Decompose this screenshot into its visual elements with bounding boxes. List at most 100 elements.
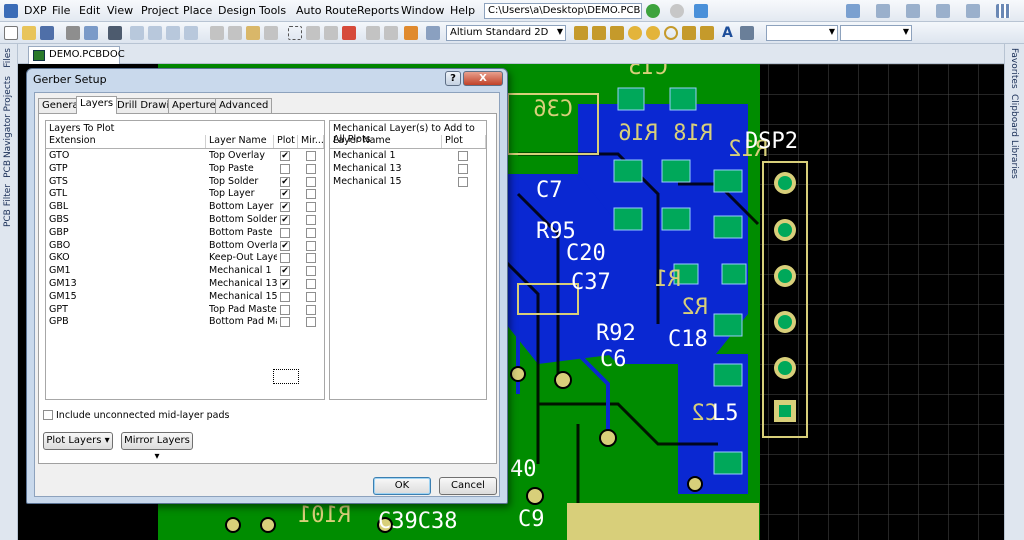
place-component-icon[interactable]: [740, 26, 754, 40]
menu-dxp[interactable]: DXP: [24, 4, 47, 17]
view-mode-select[interactable]: Altium Standard 2D ▼: [446, 25, 566, 41]
plot-checkbox[interactable]: ✔: [280, 279, 290, 289]
column-mech-layer-name[interactable]: Layer Name: [330, 135, 442, 148]
mechanical-plot-checkbox[interactable]: [458, 151, 468, 161]
save-icon[interactable]: [40, 26, 54, 40]
plot-checkbox[interactable]: [280, 291, 290, 302]
layer-row[interactable]: GM15 Mechanical 15: [46, 291, 324, 304]
designator-label[interactable]: C6: [600, 347, 627, 372]
menu-design[interactable]: Design: [218, 4, 256, 17]
layer-row[interactable]: GBO Bottom Overlay ✔: [46, 240, 324, 253]
mirror-layers-button[interactable]: Mirror Layers ▾: [121, 432, 193, 462]
panel-tab-files[interactable]: Files: [3, 48, 13, 68]
designator-label[interactable]: 40: [510, 457, 537, 482]
rubber-stamp-icon[interactable]: [264, 26, 278, 40]
layer-row[interactable]: GTS Top Solder ✔: [46, 176, 324, 189]
mechanical-plot-checkbox[interactable]: [458, 176, 468, 187]
panel-tab-favorites[interactable]: Favorites: [1009, 48, 1019, 89]
pencil-icon[interactable]: [404, 26, 418, 40]
mirror-checkbox[interactable]: [306, 240, 316, 251]
mirror-checkbox[interactable]: [306, 291, 316, 302]
copy-icon[interactable]: [228, 26, 242, 40]
zoom-selected-icon[interactable]: [148, 26, 162, 40]
plot-checkbox[interactable]: ✔: [280, 176, 290, 187]
close-button[interactable]: X: [463, 71, 503, 86]
plot-checkbox[interactable]: ✔: [280, 189, 290, 200]
designator-label[interactable]: C15: [628, 64, 668, 80]
move-icon[interactable]: [306, 26, 320, 40]
chart-tool-icon[interactable]: [846, 4, 860, 18]
include-unconnected-checkbox[interactable]: [43, 410, 53, 420]
layer-row[interactable]: GPB Bottom Pad Maste: [46, 316, 324, 329]
plot-layers-button[interactable]: Plot Layers ▾: [43, 432, 113, 450]
menu-view[interactable]: View: [107, 4, 133, 17]
place-pad-icon[interactable]: [628, 26, 642, 40]
layer-row[interactable]: GTL Top Layer ✔: [46, 188, 324, 201]
plot-checkbox[interactable]: ✔: [280, 151, 290, 161]
panel-tab-libraries[interactable]: Libraries: [1009, 140, 1019, 179]
designator-label[interactable]: R16: [618, 121, 658, 146]
back-icon[interactable]: [646, 4, 660, 18]
grid-view-icon[interactable]: [996, 4, 1010, 18]
menu-help[interactable]: Help: [450, 4, 475, 17]
plot-checkbox[interactable]: ✔: [280, 202, 290, 213]
tab-layers[interactable]: Layers: [76, 96, 118, 114]
mechanical-layer-row[interactable]: Mechanical 13: [330, 163, 486, 176]
view-3d-icon[interactable]: [108, 26, 122, 40]
clear-filter-icon[interactable]: [342, 26, 356, 40]
column-plot[interactable]: Plot: [274, 135, 298, 148]
open-folder-icon[interactable]: [22, 26, 36, 40]
zoom-filter-icon[interactable]: [166, 26, 180, 40]
layer-row[interactable]: GM13 Mechanical 13 ✔: [46, 278, 324, 291]
mechanical-plot-checkbox[interactable]: [458, 163, 468, 174]
zoom-area-icon[interactable]: [130, 26, 144, 40]
designator-label[interactable]: C18: [668, 327, 708, 352]
layer-row[interactable]: GBS Bottom Solder ✔: [46, 214, 324, 227]
mirror-checkbox[interactable]: [306, 202, 316, 213]
plot-checkbox[interactable]: [280, 163, 290, 174]
print-preview-icon[interactable]: [876, 4, 890, 18]
plot-checkbox[interactable]: ✔: [280, 215, 290, 225]
select-area-icon[interactable]: [288, 26, 302, 40]
place-fill-icon[interactable]: [682, 26, 696, 40]
mirror-checkbox[interactable]: [306, 304, 316, 315]
designator-label[interactable]: R2: [682, 295, 709, 320]
plot-checkbox[interactable]: [280, 227, 290, 238]
redo-icon[interactable]: [384, 26, 398, 40]
designator-label[interactable]: C39C38: [378, 509, 457, 534]
mirror-checkbox[interactable]: [306, 163, 316, 174]
filter-combo-1[interactable]: ▼: [766, 25, 838, 41]
designator-label[interactable]: C36: [533, 97, 573, 122]
designator-label[interactable]: DSP2: [745, 129, 798, 154]
filter-combo-2[interactable]: ▼: [840, 25, 912, 41]
cut-icon[interactable]: [210, 26, 224, 40]
panel-tab-clipboard[interactable]: Clipboard: [1009, 94, 1019, 137]
plot-checkbox[interactable]: ✔: [280, 240, 290, 251]
interactive-route-icon[interactable]: [574, 26, 588, 40]
designator-label[interactable]: C9: [518, 507, 545, 532]
ok-button[interactable]: OK: [373, 477, 431, 495]
panel-tab-pcb-filter[interactable]: PCB Filter: [3, 184, 13, 227]
layer-row[interactable]: GBP Bottom Paste: [46, 227, 324, 240]
column-mirror[interactable]: Mir...: [298, 135, 324, 148]
new-file-icon[interactable]: [4, 26, 18, 40]
designator-label[interactable]: R92: [596, 321, 636, 346]
deselect-icon[interactable]: [324, 26, 338, 40]
mirror-checkbox[interactable]: [306, 317, 316, 328]
menu-project[interactable]: Project: [141, 4, 179, 17]
mirror-checkbox[interactable]: [306, 151, 316, 161]
mechanical-layer-row[interactable]: Mechanical 15: [330, 176, 486, 189]
layer-row[interactable]: GTO Top Overlay ✔: [46, 150, 324, 163]
menu-window[interactable]: Window: [401, 4, 444, 17]
document-path-box[interactable]: C:\Users\a\Desktop\DEMO.PCBDO ▾: [484, 3, 642, 19]
cancel-button[interactable]: Cancel: [439, 477, 497, 495]
plot-checkbox[interactable]: [280, 253, 290, 264]
dxp-logo-icon[interactable]: [4, 4, 18, 18]
cross-probe-icon[interactable]: [184, 26, 198, 40]
designator-label[interactable]: C37: [571, 270, 611, 295]
layer-row[interactable]: GM1 Mechanical 1 ✔: [46, 265, 324, 278]
layer-row[interactable]: GPT Top Pad Master: [46, 304, 324, 317]
designator-label[interactable]: R1: [655, 267, 682, 292]
place-arc-icon[interactable]: [664, 26, 678, 40]
menu-place[interactable]: Place: [183, 4, 212, 17]
